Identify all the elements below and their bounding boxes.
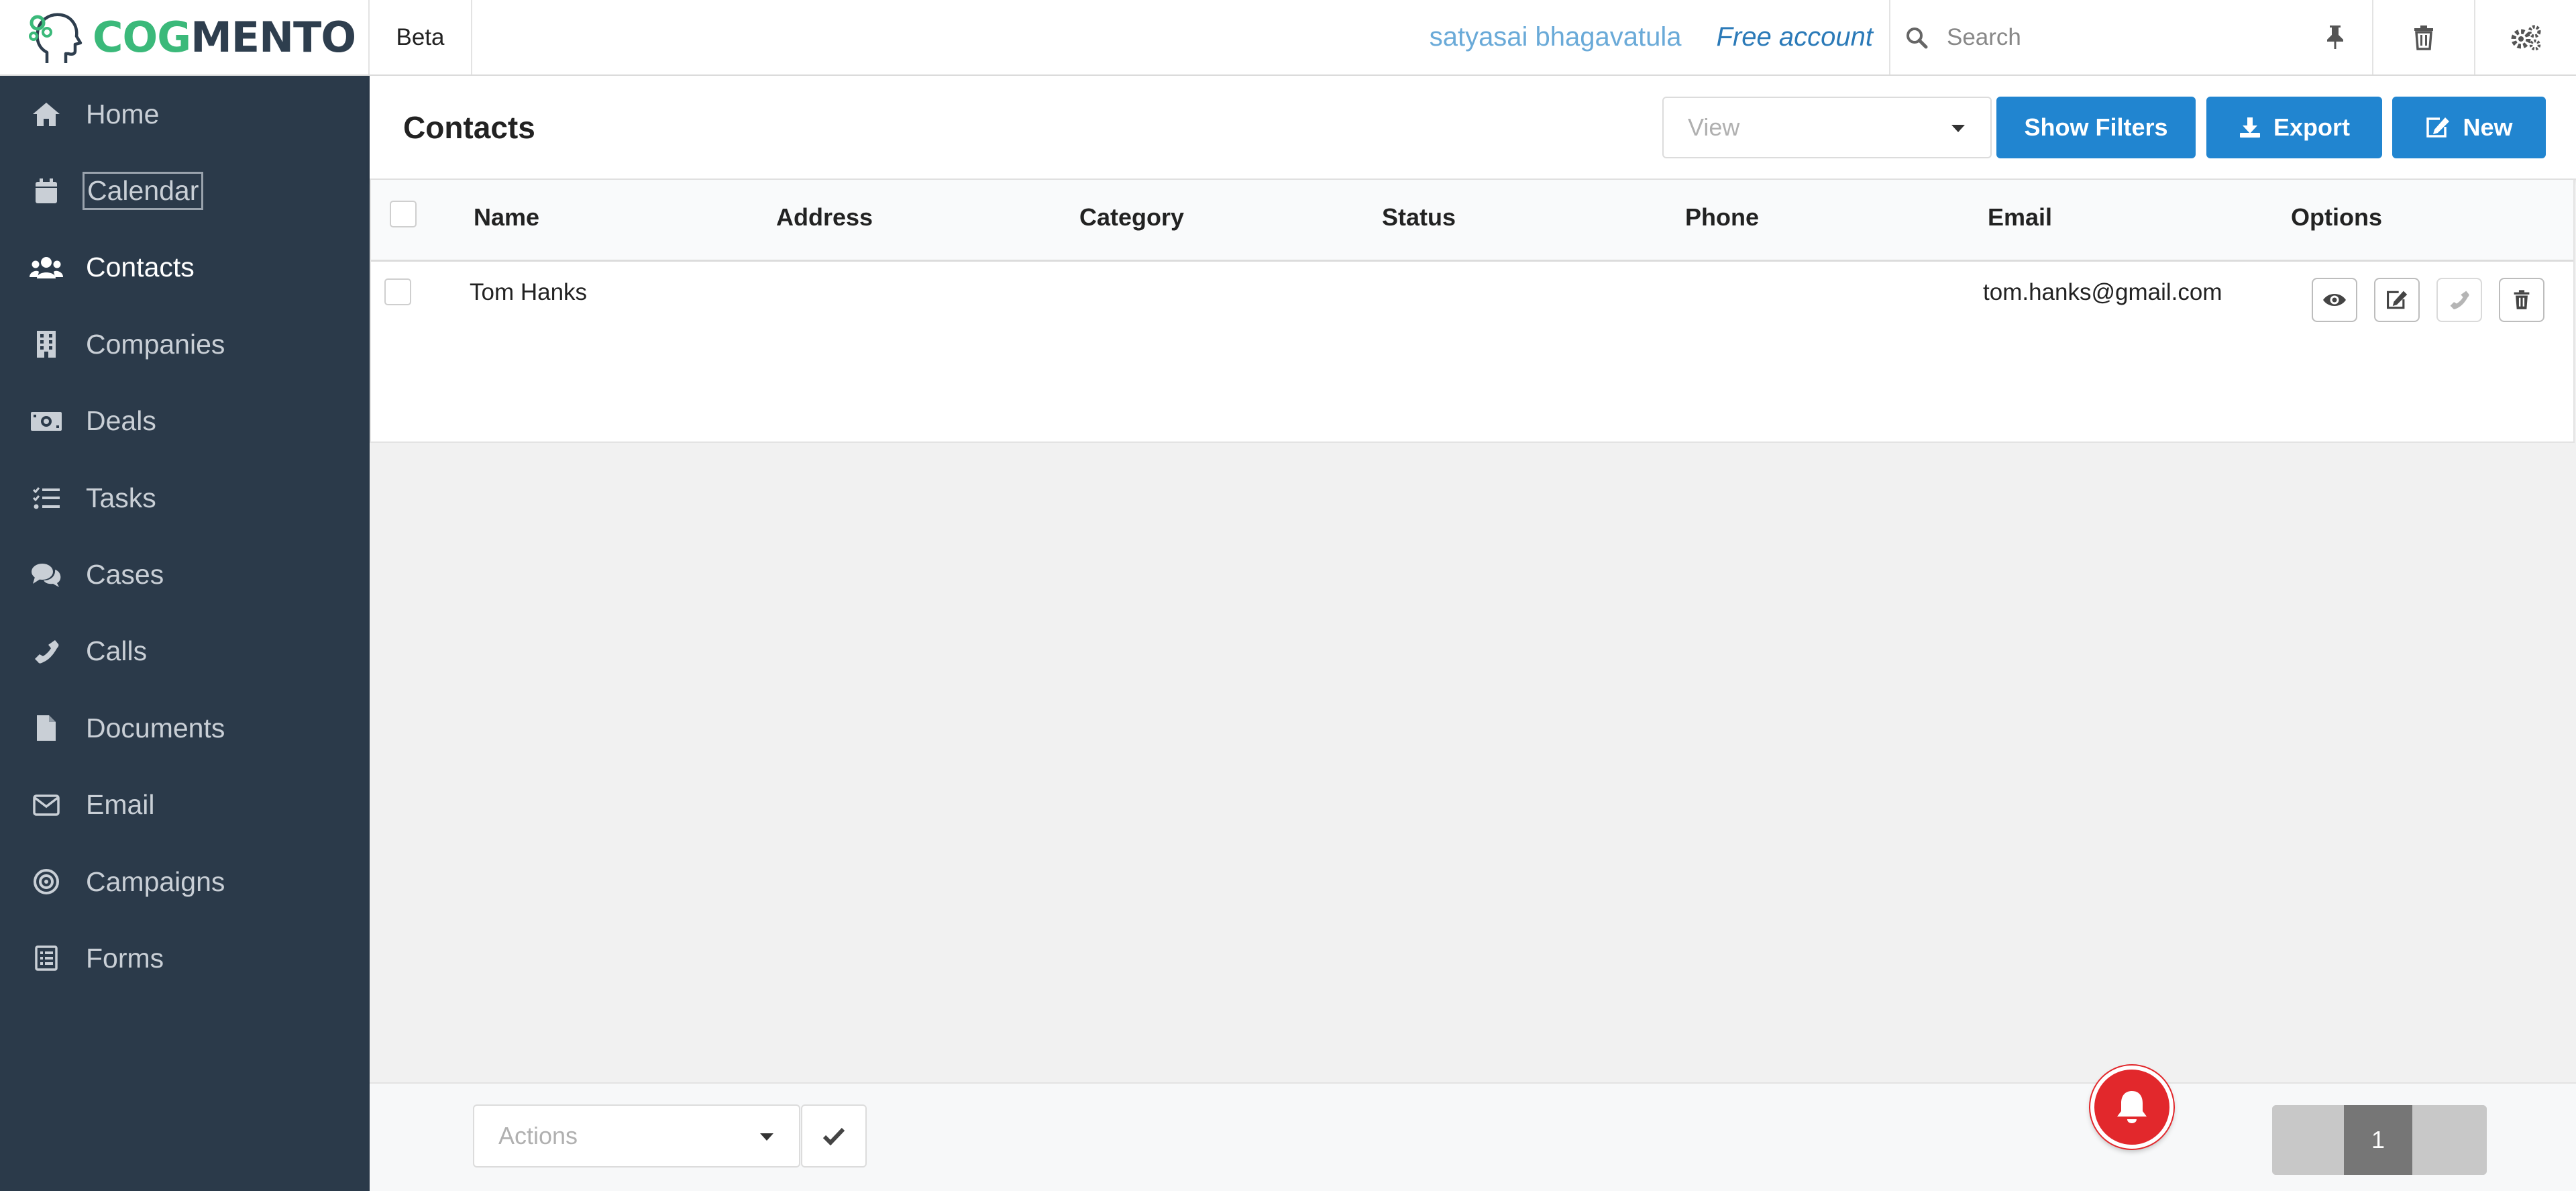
envelope-icon [33, 794, 60, 816]
column-header-status[interactable]: Status [1382, 203, 1456, 231]
checkmark-icon [822, 1127, 845, 1145]
phone-icon [35, 639, 59, 664]
notifications-button[interactable] [2090, 1066, 2174, 1149]
row-checkbox[interactable] [384, 278, 411, 305]
previous-page-button[interactable] [2272, 1105, 2344, 1175]
bullseye-icon [34, 869, 59, 895]
app-logo[interactable]: COGMENTO [0, 0, 370, 74]
show-filters-button[interactable]: Show Filters [1996, 97, 2196, 158]
trash-icon [2414, 25, 2433, 50]
caret-down-icon [1951, 125, 1965, 132]
sidebar-item-forms[interactable]: Forms [0, 920, 370, 996]
sidebar-item-companies[interactable]: Companies [0, 306, 370, 382]
sidebar-item-label: Home [86, 98, 160, 130]
eye-icon [2323, 294, 2346, 306]
contact-email: tom.hanks@gmail.com [1983, 279, 2222, 305]
column-header-phone[interactable]: Phone [1685, 203, 1759, 231]
download-icon [2239, 117, 2260, 138]
edit-contact-button[interactable] [2374, 278, 2420, 322]
file-icon [37, 715, 56, 741]
export-label: Export [2273, 113, 2350, 141]
sidebar-item-home[interactable]: Home [0, 76, 370, 152]
building-icon [37, 331, 56, 358]
contacts-table: Name Address Category Status Phone Email… [370, 180, 2575, 443]
sidebar-item-label: Calls [86, 635, 148, 667]
view-select[interactable]: View [1662, 97, 1992, 158]
actions-placeholder: Actions [498, 1122, 578, 1149]
settings-button[interactable] [2474, 0, 2576, 74]
current-page-button[interactable]: 1 [2344, 1105, 2412, 1175]
sidebar-item-label: Calendar [82, 172, 204, 211]
apply-action-button[interactable] [801, 1104, 867, 1168]
sidebar-item-tasks[interactable]: Tasks [0, 460, 370, 536]
trash-button[interactable] [2372, 0, 2474, 74]
new-label: New [2463, 113, 2513, 141]
export-button[interactable]: Export [2206, 97, 2382, 158]
search-box [1889, 0, 2372, 74]
next-page-button[interactable] [2412, 1105, 2487, 1175]
gears-icon [2511, 25, 2541, 50]
sidebar-item-label: Tasks [86, 482, 156, 513]
search-input[interactable] [1947, 23, 2296, 51]
caret-down-icon [760, 1133, 773, 1141]
contact-name-link[interactable]: Tom Hanks [470, 279, 587, 306]
view-contact-button[interactable] [2312, 278, 2357, 322]
head-gears-icon [29, 13, 83, 63]
form-icon [35, 945, 58, 972]
edit-icon [2426, 117, 2450, 138]
sidebar-item-label: Forms [86, 942, 164, 974]
home-icon [33, 103, 60, 127]
table-header: Name Address Category Status Phone Email… [371, 180, 2573, 262]
user-name[interactable]: satyasai bhagavatula [1430, 0, 1717, 74]
delete-contact-button[interactable] [2499, 278, 2544, 322]
table-row: Tom Hanks tom.hanks@gmail.com [371, 264, 2573, 338]
comments-icon [32, 563, 61, 587]
top-bar: COGMENTO Beta satyasai bhagavatula Free … [0, 0, 2576, 76]
sidebar-item-label: Companies [86, 328, 225, 360]
sidebar-item-calendar[interactable]: Calendar [0, 152, 370, 229]
call-contact-button[interactable] [2436, 278, 2482, 322]
sidebar-item-email[interactable]: Email [0, 767, 370, 843]
bulk-actions-select[interactable]: Actions [473, 1104, 800, 1168]
column-header-name[interactable]: Name [474, 203, 539, 231]
account-type-link[interactable]: Free account [1717, 0, 1889, 74]
pagination: 1 [2272, 1105, 2487, 1175]
sidebar-item-label: Deals [86, 405, 156, 437]
bell-icon [2117, 1091, 2147, 1123]
pin-icon[interactable] [2325, 24, 2345, 50]
sidebar-item-label: Campaigns [86, 866, 225, 897]
select-all-checkbox[interactable] [390, 201, 417, 227]
edit-icon [2387, 291, 2408, 309]
column-header-address[interactable]: Address [776, 203, 873, 231]
trash-icon [2514, 290, 2530, 309]
sidebar-item-cases[interactable]: Cases [0, 536, 370, 613]
sidebar: Home Calendar Contacts Companies Deals T… [0, 76, 370, 1191]
sidebar-item-calls[interactable]: Calls [0, 613, 370, 690]
column-header-category[interactable]: Category [1079, 203, 1184, 231]
phone-icon [2450, 291, 2469, 309]
new-button[interactable]: New [2392, 97, 2546, 158]
page-title: Contacts [403, 110, 535, 145]
column-header-options: Options [2291, 203, 2382, 231]
show-filters-label: Show Filters [2024, 113, 2168, 141]
calendar-icon [36, 178, 57, 203]
sidebar-item-label: Documents [86, 712, 225, 743]
sidebar-item-label: Email [86, 789, 155, 821]
edition-label: Beta [370, 0, 472, 74]
tasks-icon [32, 487, 60, 509]
table-footer: Actions 1 [370, 1082, 2576, 1191]
sidebar-item-label: Cases [86, 559, 164, 590]
search-icon [1907, 27, 1928, 48]
users-icon [30, 256, 63, 278]
view-select-placeholder: View [1688, 113, 1740, 141]
logo-wordmark: COGMENTO [93, 12, 356, 62]
sidebar-item-contacts[interactable]: Contacts [0, 229, 370, 306]
money-icon [31, 411, 62, 431]
sidebar-item-label: Contacts [86, 252, 195, 283]
sidebar-item-campaigns[interactable]: Campaigns [0, 843, 370, 920]
page-header: Contacts View Show Filters Export New [370, 76, 2576, 180]
sidebar-item-deals[interactable]: Deals [0, 383, 370, 460]
sidebar-item-documents[interactable]: Documents [0, 690, 370, 766]
column-header-email[interactable]: Email [1988, 203, 2052, 231]
